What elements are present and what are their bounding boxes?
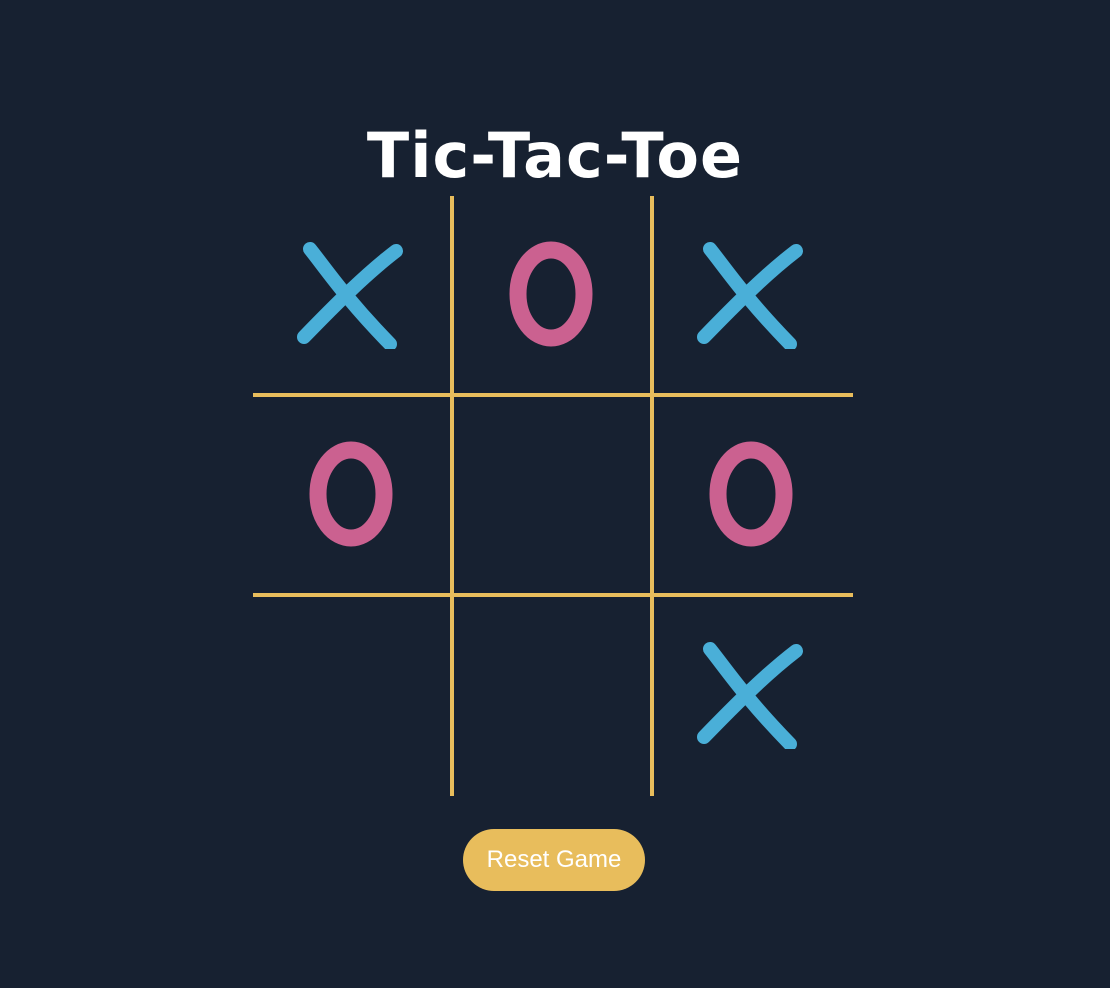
o-mark-icon (309, 441, 393, 547)
cell-bottom-center[interactable] (453, 596, 649, 792)
cell-top-left[interactable] (253, 196, 449, 392)
cell-middle-left[interactable] (253, 396, 449, 592)
x-mark-icon (697, 242, 803, 349)
cell-top-right[interactable] (653, 196, 849, 392)
x-mark-icon (697, 642, 803, 749)
x-mark-icon (297, 242, 403, 349)
cell-bottom-left[interactable] (253, 596, 449, 792)
game-title: Tic-Tac-Toe (366, 118, 744, 192)
cell-bottom-right[interactable] (653, 596, 849, 792)
reset-game-button[interactable]: Reset Game (463, 829, 645, 891)
o-mark-icon (709, 441, 793, 547)
cell-middle-center[interactable] (453, 396, 649, 592)
cell-middle-right[interactable] (653, 396, 849, 592)
o-mark-icon (509, 241, 593, 347)
game-board (253, 196, 853, 796)
cell-top-center[interactable] (453, 196, 649, 392)
